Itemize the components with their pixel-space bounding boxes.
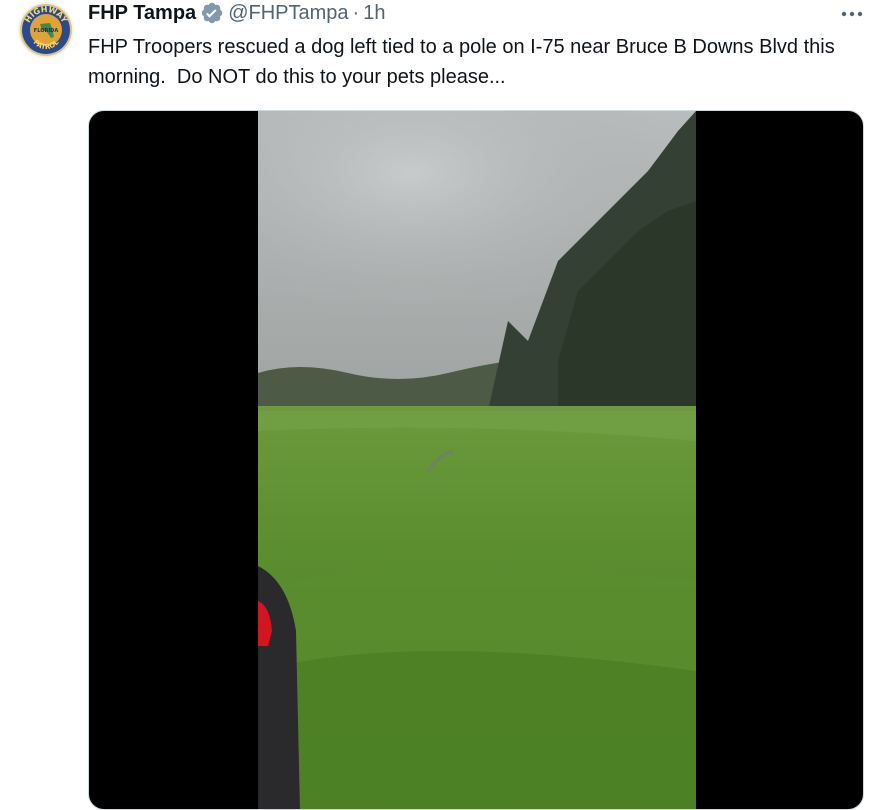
logo-center-text: FLORIDA <box>34 28 59 34</box>
avatar[interactable]: HIGHWAY PATROL FLORIDA <box>18 2 74 58</box>
fhp-logo: HIGHWAY PATROL FLORIDA <box>18 2 74 58</box>
video-frame <box>258 111 696 809</box>
header-separator: · <box>352 2 360 24</box>
verified-badge-icon[interactable] <box>200 1 224 25</box>
display-name[interactable]: FHP Tampa <box>88 0 196 26</box>
tweet-text: FHP Troopers rescued a dog left tied to … <box>88 36 841 88</box>
timestamp[interactable]: 1h <box>363 0 385 26</box>
user-handle[interactable]: @FHPTampa <box>228 0 348 26</box>
video-player[interactable] <box>88 110 864 810</box>
tweet-header: FHP Tampa @FHPTampa · 1h <box>88 0 385 26</box>
more-options-icon[interactable] <box>837 2 867 26</box>
